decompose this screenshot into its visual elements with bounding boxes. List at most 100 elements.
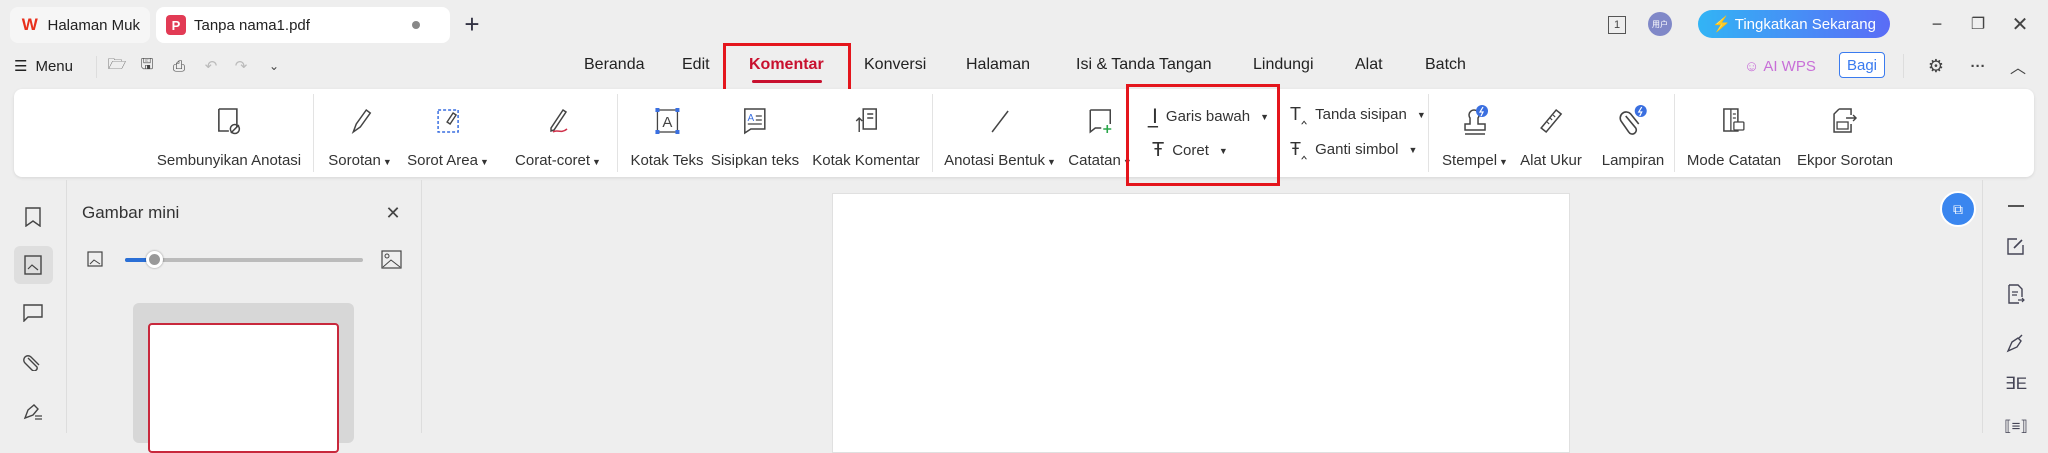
upgrade-button[interactable]: ⚡ Tingkatkan Sekarang xyxy=(1698,10,1890,38)
large-image-icon[interactable] xyxy=(380,248,402,270)
line-icon xyxy=(987,104,1013,138)
undo-icon[interactable]: ↶ xyxy=(200,54,222,78)
tab-edit[interactable]: Edit xyxy=(682,56,710,74)
note-icon xyxy=(1087,104,1113,138)
scribble-button[interactable]: Corat-coret ▼ xyxy=(515,104,601,169)
chevron-down-icon[interactable]: ⌄ xyxy=(264,54,284,78)
menu-button[interactable]: ☰ Menu xyxy=(14,54,73,78)
area-highlight-icon xyxy=(435,104,461,138)
thumbnail-size-slider[interactable] xyxy=(125,251,363,268)
label: Corat-coret xyxy=(515,152,591,169)
note-mode-button[interactable]: Mode Catatan xyxy=(1687,104,1781,169)
collapse-ribbon-icon[interactable]: ︿ xyxy=(2006,54,2030,78)
close-panel-icon[interactable]: ✕ xyxy=(382,202,404,224)
label: Anotasi Bentuk xyxy=(944,152,1045,169)
tab-home[interactable]: W Halaman Muka xyxy=(10,7,150,43)
label: Ekpor Sorotan xyxy=(1797,152,1893,169)
ai-wps-button[interactable]: ☺ AI WPS xyxy=(1744,54,1816,78)
stamp-button[interactable]: Stempel ▼ xyxy=(1442,104,1508,169)
document-page[interactable] xyxy=(832,193,1570,453)
highlighter-icon xyxy=(347,104,373,138)
edit-icon[interactable] xyxy=(2002,232,2030,260)
shape-annotation-button[interactable]: Anotasi Bentuk ▼ xyxy=(944,104,1056,169)
tab-isi-tanda-tangan[interactable]: Isi & Tanda Tangan xyxy=(1076,56,1212,74)
redo-icon[interactable]: ↷ xyxy=(230,54,252,78)
tab-alat[interactable]: Alat xyxy=(1355,56,1383,74)
scroll-icon[interactable]: ⟦≡⟧ xyxy=(2002,412,2030,440)
paperclip-icon xyxy=(1618,104,1648,138)
export-icon xyxy=(1831,104,1859,138)
left-sidebar-divider xyxy=(66,180,67,433)
hide-annotation-icon xyxy=(216,104,242,138)
tab-label: Halaman Muka xyxy=(47,16,140,34)
share-button[interactable]: Bagi xyxy=(1839,52,1885,78)
sign-pen-icon[interactable] xyxy=(2002,329,2030,357)
gear-icon[interactable]: ⚙ xyxy=(1924,54,1948,78)
unsaved-dot-icon xyxy=(412,21,420,29)
compare-icon[interactable]: ∃E xyxy=(2002,370,2030,398)
restore-button[interactable]: ❐ xyxy=(1966,12,1990,36)
tab-lindungi[interactable]: Lindungi xyxy=(1253,56,1314,74)
close-window-button[interactable]: ✕ xyxy=(2008,12,2032,36)
comment-icon[interactable] xyxy=(18,298,48,328)
insert-text-button[interactable]: A Sisipkan teks xyxy=(711,104,799,169)
page-thumbnail[interactable] xyxy=(148,323,339,453)
print-icon[interactable]: ⎙ xyxy=(168,54,190,78)
label: Alat Ukur xyxy=(1520,152,1582,169)
svg-text:A: A xyxy=(662,114,672,131)
thumbnail-icon[interactable] xyxy=(18,250,48,280)
page-count-icon[interactable]: 1 xyxy=(1608,16,1626,34)
label: Catatan xyxy=(1068,152,1121,169)
label: Lampiran xyxy=(1601,152,1665,169)
side-panel-divider xyxy=(421,180,422,433)
tab-label: Tanpa nama1.pdf xyxy=(194,16,310,34)
upgrade-label: Tingkatkan Sekarang xyxy=(1734,15,1876,33)
small-image-icon[interactable] xyxy=(86,250,104,268)
stamp-icon xyxy=(1460,104,1490,138)
note-button[interactable]: Catatan ▼ xyxy=(1068,104,1132,169)
divider xyxy=(617,94,618,172)
avatar[interactable]: 用户 xyxy=(1648,12,1672,36)
minimize-button[interactable]: − xyxy=(1925,12,1949,36)
divider xyxy=(932,94,933,172)
attachment-button[interactable]: Lampiran xyxy=(1601,104,1665,169)
textbox-button[interactable]: A Kotak Teks xyxy=(630,104,704,169)
more-icon[interactable]: ··· xyxy=(1966,54,1990,78)
save-icon[interactable]: 🖫 xyxy=(136,54,158,78)
tab-beranda[interactable]: Beranda xyxy=(584,56,645,74)
export-document-icon[interactable] xyxy=(2002,280,2030,308)
label: Sisipkan teks xyxy=(710,152,800,169)
tab-halaman[interactable]: Halaman xyxy=(966,56,1030,74)
highlight-button[interactable]: Sorotan ▼ xyxy=(328,104,392,169)
tab-konversi[interactable]: Konversi xyxy=(864,56,926,74)
collapse-icon[interactable] xyxy=(2002,192,2030,220)
caret-button[interactable]: T‸ Tanda sisipan ▼ xyxy=(1290,104,1426,125)
label: Tanda sisipan xyxy=(1315,106,1407,123)
open-folder-icon[interactable]: 🗁 xyxy=(106,54,128,78)
menu-label: Menu xyxy=(35,57,73,75)
pencil-icon xyxy=(545,104,571,138)
hide-annotations-button[interactable]: Sembunyikan Anotasi xyxy=(157,104,301,169)
label: Sorotan xyxy=(328,152,381,169)
tab-batch[interactable]: Batch xyxy=(1425,56,1466,74)
signature-icon[interactable] xyxy=(18,396,48,426)
divider xyxy=(96,56,97,78)
pdf-logo-icon: P xyxy=(166,15,186,35)
bookmark-icon[interactable] xyxy=(18,202,48,232)
comment-box-button[interactable]: Kotak Komentar xyxy=(812,104,920,169)
ruler-icon xyxy=(1538,104,1564,138)
measure-button[interactable]: Alat Ukur xyxy=(1520,104,1582,169)
lightning-icon: ⚡ xyxy=(1712,16,1731,33)
image-extract-button[interactable]: ⧉ xyxy=(1940,191,1976,227)
export-highlights-button[interactable]: Ekpor Sorotan xyxy=(1797,104,1893,169)
slider-thumb[interactable] xyxy=(145,251,163,268)
area-highlight-button[interactable]: Sorot Area ▼ xyxy=(407,104,489,169)
tab-document[interactable]: P Tanpa nama1.pdf xyxy=(156,7,450,43)
label: Ganti simbol xyxy=(1315,141,1399,158)
divider xyxy=(1903,54,1904,78)
new-tab-button[interactable]: + xyxy=(458,9,486,39)
label: Mode Catatan xyxy=(1686,152,1782,169)
ai-label: AI WPS xyxy=(1763,57,1816,75)
replace-symbol-button[interactable]: Ŧ‸ Ganti simbol ▼ xyxy=(1290,139,1417,160)
attachment-icon[interactable] xyxy=(18,346,48,376)
